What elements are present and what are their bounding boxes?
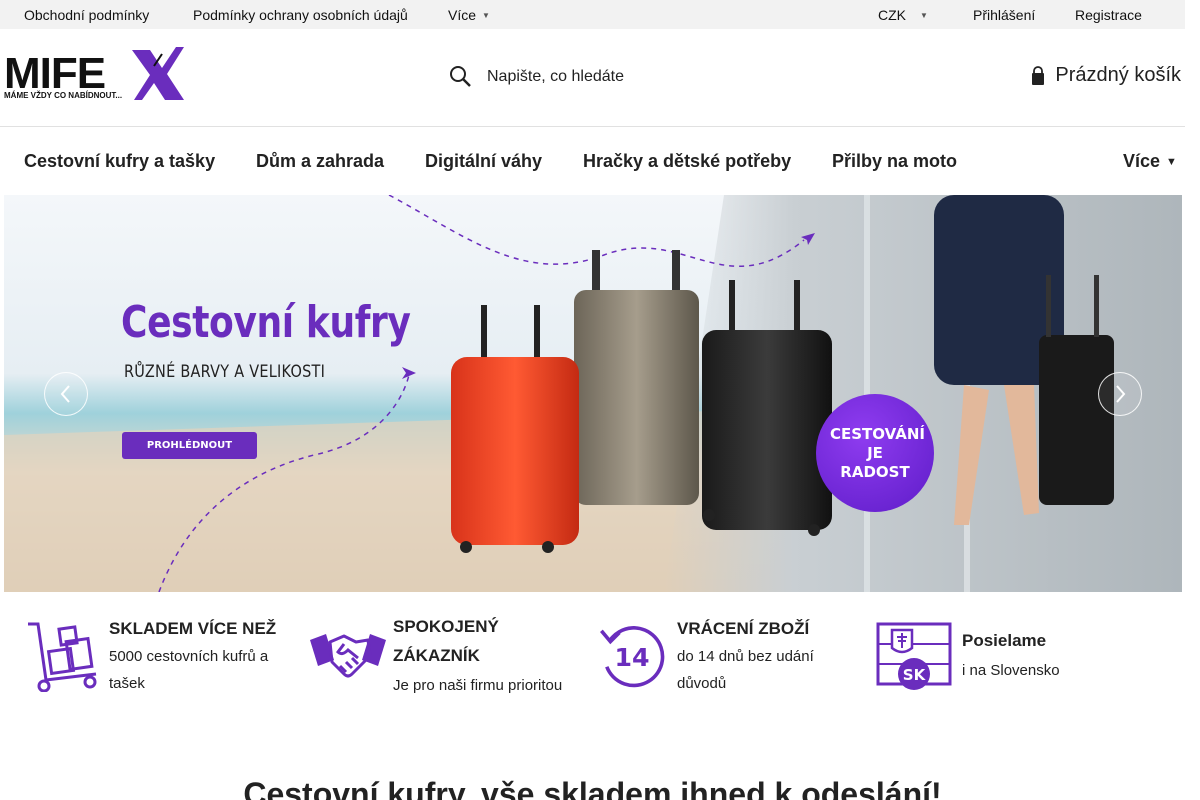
site-logo[interactable]: MIFE MÁME VŽDY CO NABÍDNOUT... (4, 44, 186, 104)
chevron-right-icon (1113, 383, 1127, 405)
carousel-next-button[interactable] (1098, 372, 1142, 416)
hero-banner[interactable]: Cestovní kufry RŮZNÉ BARVY A VELIKOSTI P… (4, 195, 1182, 592)
feature-stock: SKLADEM VÍCE NEŽ 5000 cestovních kufrů a… (24, 612, 294, 702)
banner-badge-text: CESTOVÁNÍ JE RADOST (830, 424, 925, 481)
privacy-link[interactable]: Podmínky ochrany osobních údajů (193, 7, 408, 23)
handshake-icon (308, 620, 388, 692)
feature-heading: SKLADEM VÍCE NEŽ (109, 619, 277, 638)
top-bar: Obchodní podmínky Podmínky ochrany osobn… (0, 0, 1185, 29)
login-link[interactable]: Přihlášení (973, 7, 1035, 23)
more-menu-label: Více (448, 7, 477, 23)
svg-text:14: 14 (614, 643, 649, 672)
feature-heading: SPOKOJENÝ ZÁKAZNÍK (393, 617, 499, 665)
return-14-icon: 14 (592, 620, 672, 692)
feature-text: do 14 dnů bez udání důvodů (677, 648, 814, 692)
svg-text:MÁME VŽDY CO NABÍDNOUT...: MÁME VŽDY CO NABÍDNOUT... (4, 91, 122, 100)
feature-heading: Posielame (962, 631, 1047, 650)
feature-slovakia: SK Posielame i na Slovensko (876, 612, 1136, 702)
chevron-down-icon: ▼ (920, 11, 928, 20)
trolley-boxes-icon (24, 620, 104, 693)
search-input[interactable]: Napište, co hledáte (487, 68, 624, 86)
feature-heading: VRÁCENÍ ZBOŽÍ (677, 619, 810, 638)
logo-graphic: MIFE MÁME VŽDY CO NABÍDNOUT... (4, 47, 184, 100)
section-heading: Cestovní kufry, vše skladem ihned k odes… (243, 776, 942, 800)
svg-text:SK: SK (903, 666, 927, 684)
search-icon[interactable] (448, 64, 474, 90)
nav-item-toys[interactable]: Hračky a dětské potřeby (583, 151, 791, 172)
nav-item-travel-bags[interactable]: Cestovní kufry a tašky (24, 151, 215, 172)
nav-more[interactable]: Více ▼ (1123, 151, 1177, 172)
nav-item-moto-helmets[interactable]: Přilby na moto (832, 151, 957, 172)
header-divider (0, 126, 1185, 127)
cart-icon (1031, 65, 1045, 86)
feature-text: i na Slovensko (962, 662, 1060, 679)
feature-returns: 14 VRÁCENÍ ZBOŽÍ do 14 dnů bez udání dův… (592, 612, 862, 702)
chevron-down-icon: ▼ (1166, 156, 1177, 168)
slovakia-flag-icon: SK (876, 620, 956, 692)
cart-label: Prázdný košík (1055, 64, 1181, 86)
nav-item-home-garden[interactable]: Dům a zahrada (256, 151, 384, 172)
chevron-left-icon (59, 383, 73, 405)
feature-text: 5000 cestovních kufrů a tašek (109, 648, 269, 692)
chevron-down-icon: ▼ (482, 11, 490, 20)
currency-label: CZK (878, 7, 906, 23)
nav-more-label: Více (1123, 151, 1161, 171)
nav-item-digital-scales[interactable]: Digitální váhy (425, 151, 542, 172)
register-link[interactable]: Registrace (1075, 7, 1142, 23)
feature-text: Je pro naši firmu prioritou (393, 677, 563, 694)
banner-badge: CESTOVÁNÍ JE RADOST (816, 394, 934, 512)
more-menu[interactable]: Více ▼ (448, 7, 490, 23)
carousel-prev-button[interactable] (44, 372, 88, 416)
terms-link[interactable]: Obchodní podmínky (24, 7, 149, 23)
cart-button[interactable]: Prázdný košík (1031, 64, 1181, 87)
banner-subtitle: RŮZNÉ BARVY A VELIKOSTI (124, 362, 326, 382)
banner-cta-button[interactable]: PROHLÉDNOUT (122, 432, 257, 459)
banner-title: Cestovní kufry (121, 297, 411, 348)
search-box[interactable]: Napište, co hledáte (448, 62, 624, 92)
feature-satisfaction: SPOKOJENÝ ZÁKAZNÍK Je pro naši firmu pri… (308, 612, 588, 702)
currency-select[interactable]: CZK ▼ (878, 7, 928, 23)
banner-image (4, 195, 1182, 592)
